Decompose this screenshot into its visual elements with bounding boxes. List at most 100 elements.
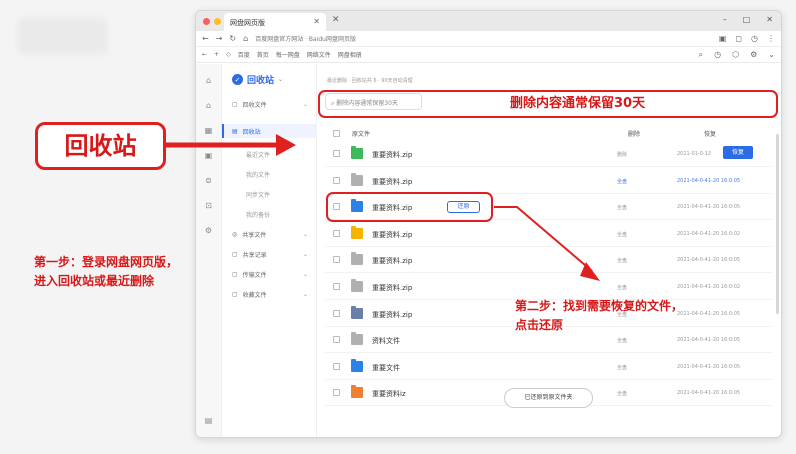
extension-icon[interactable]: ◻ [735, 34, 742, 43]
sidebar-header: ✓ 回收站 ⌄ [232, 73, 283, 86]
restore-button[interactable]: 恢复 [723, 146, 753, 159]
add-icon[interactable]: + [214, 51, 219, 58]
menu-icon[interactable]: ⋮ [767, 34, 775, 43]
row-checkbox[interactable] [333, 256, 340, 264]
close-dot[interactable] [203, 17, 210, 25]
row-checkbox[interactable] [333, 283, 340, 290]
sidebar-item-recycle-files[interactable]: ▢ 回收文件 [232, 100, 267, 109]
search-icon[interactable]: ⌕ [699, 50, 703, 60]
back-icon-2[interactable]: ← [202, 51, 207, 58]
home-rail-icon[interactable]: ⌂ [203, 76, 214, 86]
chevron-down-icon[interactable]: ⌄ [303, 291, 308, 298]
new-tab-icon[interactable]: ✕ [332, 15, 340, 25]
sidebar-sub-backup[interactable]: 我的备份 [246, 210, 270, 219]
app-body: ⌂ ⌂ ▦ ▣ ⊜ ⊡ ⚙ ▤ ✓ 回收站 ⌄ ▢ 回收文件 ⌄ ▤ 回收站 最… [196, 64, 781, 437]
file-date: 2021-04-0-41-20 16:0:05 [677, 337, 741, 344]
transfer-rail-icon[interactable]: ⊡ [203, 201, 214, 211]
file-name: 重要资料.zip [372, 230, 413, 239]
bookmark-4[interactable]: 网盘相册 [338, 50, 362, 59]
scrollbar[interactable] [776, 134, 779, 314]
file-name: 重要资料.zip [372, 177, 413, 186]
file-source: 全盘 [617, 205, 628, 212]
row-checkbox[interactable] [333, 229, 340, 237]
photo-rail-icon[interactable]: ▣ [203, 151, 214, 161]
file-name: 重要文件 [372, 363, 400, 372]
column-name[interactable]: 原文件 [352, 129, 370, 138]
sidebar-item-shared[interactable]: ◎ 共享文件 [232, 230, 266, 239]
file-date: 2021-04-0-41-20 16:0:05 [677, 257, 741, 264]
share-rail-icon[interactable]: ⊜ [203, 176, 214, 186]
step1-line2: 进入回收站或最近删除 [34, 274, 155, 288]
table-row[interactable]: 重要资料.zip 全盘 2021-04-0-41-20 16:0:05 [325, 247, 773, 274]
forward-icon[interactable]: → [216, 34, 223, 43]
file-name: 重要资料.zip [372, 284, 413, 292]
folder-icon [351, 146, 363, 159]
bookmark-0[interactable]: 百度 [238, 50, 250, 59]
file-source: 全盘 [617, 231, 628, 238]
files-rail-icon[interactable]: ⌂ [203, 101, 214, 111]
check-circle-icon: ✓ [232, 74, 243, 85]
row-checkbox[interactable] [333, 150, 340, 157]
bookmark-3[interactable]: 网络文件 [307, 50, 331, 59]
table-row[interactable]: 重要资料.zip 全盘 2021-04-0-41-20 16:0:02 [325, 221, 773, 247]
bookmark-2[interactable]: 每一网盘 [276, 50, 300, 59]
minimize-icon[interactable]: – [723, 15, 727, 24]
file-date: 2021-04-0-41-20 16:0:05 [677, 390, 741, 397]
maximize-icon[interactable]: □ [743, 15, 751, 24]
column-source[interactable]: 删除 [628, 129, 640, 138]
sidebar-sub-sync[interactable]: 同步文件 [246, 190, 270, 199]
history-icon[interactable]: ◷ [751, 34, 758, 43]
reader-icon[interactable]: ▣ [719, 34, 727, 43]
breadcrumb: 最近删除 · 回收站共 6 · 90天自动清理 [327, 78, 413, 84]
sidebar-item-favorites[interactable]: ▢ 收藏文件 [232, 290, 267, 299]
chevron-down-icon[interactable]: ⌄ [303, 231, 308, 238]
chevron-down-icon[interactable]: ⌄ [303, 251, 308, 258]
home-icon[interactable]: ⌂ [243, 34, 248, 43]
search-note: 删除内容通常保留30天 [510, 96, 646, 111]
row-checkbox[interactable] [333, 362, 340, 370]
share-icon: ◎ [232, 231, 238, 238]
clock-icon[interactable]: ◷ [714, 50, 721, 60]
chevron-down-icon[interactable]: ⌄ [303, 271, 308, 278]
table-row[interactable]: 重要文件 全盘 2021-04-0-41-20 16:0:05 [325, 354, 773, 380]
file-date: 2021-01-0-12 [677, 151, 712, 157]
folder-icon [351, 279, 363, 292]
settings-rail-icon[interactable]: ⚙ [203, 226, 214, 236]
sidebar-item-recycle-bin[interactable]: ▤ 回收站 [232, 127, 261, 136]
row-checkbox[interactable] [333, 336, 340, 344]
step2-text: 第二步：找到需要恢复的文件， 点击还原 [515, 297, 683, 335]
icon-rail: ⌂ ⌂ ▦ ▣ ⊜ ⊡ ⚙ ▤ [196, 64, 222, 437]
select-all-checkbox[interactable] [333, 130, 340, 137]
back-icon[interactable]: ← [202, 34, 209, 43]
step2-line2: 点击还原 [515, 318, 564, 332]
row-checkbox[interactable] [333, 176, 340, 184]
close-icon[interactable]: ✕ [766, 15, 773, 24]
tab-title: 网盘网页版 [230, 19, 265, 27]
column-restore[interactable]: 恢复 [704, 129, 716, 138]
file-source: 全盘 [617, 391, 628, 398]
row-checkbox[interactable] [333, 309, 340, 317]
chevron-down-icon[interactable]: ⌄ [303, 101, 308, 108]
bookmark-1[interactable]: 首页 [257, 50, 269, 59]
sidebar-item-share-records[interactable]: ▢ 共享记录 [232, 250, 267, 259]
window-controls: – □ ✕ [723, 15, 773, 24]
trash-rail-icon[interactable]: ▤ [203, 416, 214, 426]
chevron-down-icon[interactable]: ⌄ [768, 50, 775, 60]
record-icon: ▢ [232, 251, 238, 258]
close-tab-icon[interactable]: ✕ [313, 17, 320, 26]
puzzle-icon[interactable]: ⬡ [732, 50, 739, 60]
refresh-icon[interactable]: ↻ [229, 34, 236, 43]
url-field[interactable]: 百度网盘官方网站 · Baidu网盘网页版 [255, 34, 356, 43]
grid-rail-icon[interactable]: ▦ [203, 126, 214, 136]
browser-tab[interactable]: 网盘网页版 ✕ [224, 13, 326, 31]
sidebar-item-transfer[interactable]: ▢ 传输文件 [232, 270, 267, 279]
step1-line1: 第一步：登录网盘网页版， [34, 255, 179, 269]
sidebar-sub-my-files[interactable]: 我的文件 [246, 170, 270, 179]
table-row[interactable]: 重要资料.zip 删除 2021-01-0-12 恢复 [325, 141, 773, 167]
address-bar: ← → ↻ ⌂ 百度网盘官方网站 · Baidu网盘网页版 ▣ ◻ ◷ ⋮ [196, 31, 781, 47]
table-row[interactable]: 重要资料.zip 全盘 2021-04-0-41-20 16:0:05 [325, 168, 773, 194]
sidebar-sub-recent[interactable]: 最近文件 [246, 150, 270, 159]
minimize-dot[interactable] [214, 17, 221, 25]
row-checkbox[interactable] [333, 389, 340, 397]
gear-icon[interactable]: ⚙ [750, 50, 757, 60]
